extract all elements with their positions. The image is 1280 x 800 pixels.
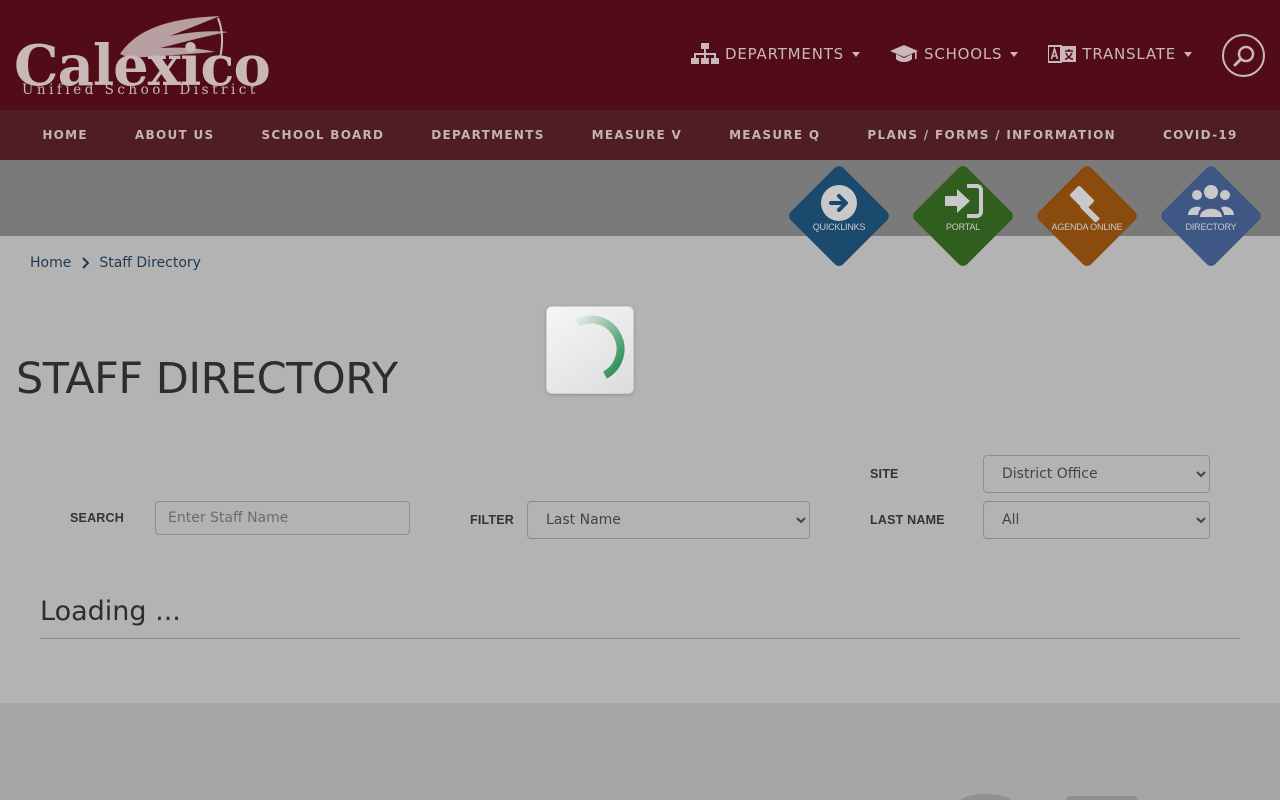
top-nav-translate[interactable]: TRANSLATE [1048, 45, 1192, 63]
top-nav-label: DEPARTMENTS [725, 45, 844, 63]
filter-select[interactable]: Last Name [527, 501, 810, 539]
quicklink-agenda-online[interactable]: AGENDA ONLINE [1034, 163, 1140, 269]
main-nav-plans-forms[interactable]: PLANS / FORMS / INFORMATION [867, 128, 1116, 142]
quicklink-quicklinks[interactable]: QUICKLINKS [786, 163, 892, 269]
main-nav-measure-q[interactable]: MEASURE Q [729, 128, 820, 142]
quicklink-label: PORTAL [946, 222, 980, 232]
top-nav-label: SCHOOLS [924, 45, 1003, 63]
main-nav-home[interactable]: HOME [42, 128, 88, 142]
site-header: Calexico Unified School District DEPARTM… [0, 0, 1280, 110]
main-nav-covid-19[interactable]: COVID-19 [1163, 128, 1238, 142]
caret-down-icon [1184, 51, 1192, 57]
main-nav: HOME ABOUT US SCHOOL BOARD DEPARTMENTS M… [0, 110, 1280, 160]
page-title: STAFF DIRECTORY [16, 354, 398, 404]
search-button[interactable] [1222, 34, 1265, 77]
sitemap-icon [691, 43, 719, 64]
loading-spinner [546, 306, 634, 394]
top-nav-label: TRANSLATE [1082, 45, 1176, 63]
main-nav-about-us[interactable]: ABOUT US [135, 128, 215, 142]
site-label: SITE [870, 467, 899, 481]
site-select[interactable]: District Office [983, 455, 1210, 493]
breadcrumb-current[interactable]: Staff Directory [99, 255, 201, 271]
users-icon [1188, 185, 1234, 217]
top-nav: DEPARTMENTS SCHOOLS TRANSLATE [661, 38, 1192, 70]
search-label: SEARCH [70, 511, 124, 525]
main-nav-departments[interactable]: DEPARTMENTS [431, 128, 544, 142]
loading-text: Loading ... [40, 596, 181, 627]
quicklink-label: QUICKLINKS [812, 222, 866, 232]
gavel-icon [1070, 186, 1100, 222]
chevron-right-icon [82, 257, 90, 269]
graduation-cap-icon [890, 45, 918, 62]
arrow-circle-right-icon [821, 185, 857, 221]
language-icon [1048, 45, 1077, 63]
breadcrumb-home[interactable]: Home [30, 255, 71, 271]
top-nav-schools[interactable]: SCHOOLS [890, 44, 1019, 64]
spinner-icon [575, 315, 625, 379]
filter-label: FILTER [470, 513, 515, 527]
search-icon [1233, 45, 1254, 66]
footer-decoration [1066, 796, 1138, 800]
footer [0, 703, 1280, 800]
last-name-select[interactable]: All [983, 501, 1210, 539]
main-nav-measure-v[interactable]: MEASURE V [592, 128, 682, 142]
logo-subtitle: Unified School District [22, 82, 259, 98]
search-input[interactable] [155, 501, 410, 535]
breadcrumb: Home Staff Directory [30, 255, 201, 271]
quicklink-label: DIRECTORY [1185, 222, 1237, 232]
quicklink-portal[interactable]: PORTAL [910, 163, 1016, 269]
caret-down-icon [1010, 51, 1019, 57]
quicklink-label: AGENDA ONLINE [1051, 222, 1123, 232]
top-nav-departments[interactable]: DEPARTMENTS [691, 43, 860, 65]
caret-down-icon [852, 51, 860, 57]
main-nav-school-board[interactable]: SCHOOL BOARD [261, 128, 384, 142]
quicklink-directory[interactable]: DIRECTORY [1158, 163, 1264, 269]
district-logo[interactable]: Calexico Unified School District [14, 14, 314, 100]
sign-in-icon [945, 184, 983, 218]
last-name-label: LAST NAME [870, 513, 945, 527]
divider [40, 638, 1240, 639]
